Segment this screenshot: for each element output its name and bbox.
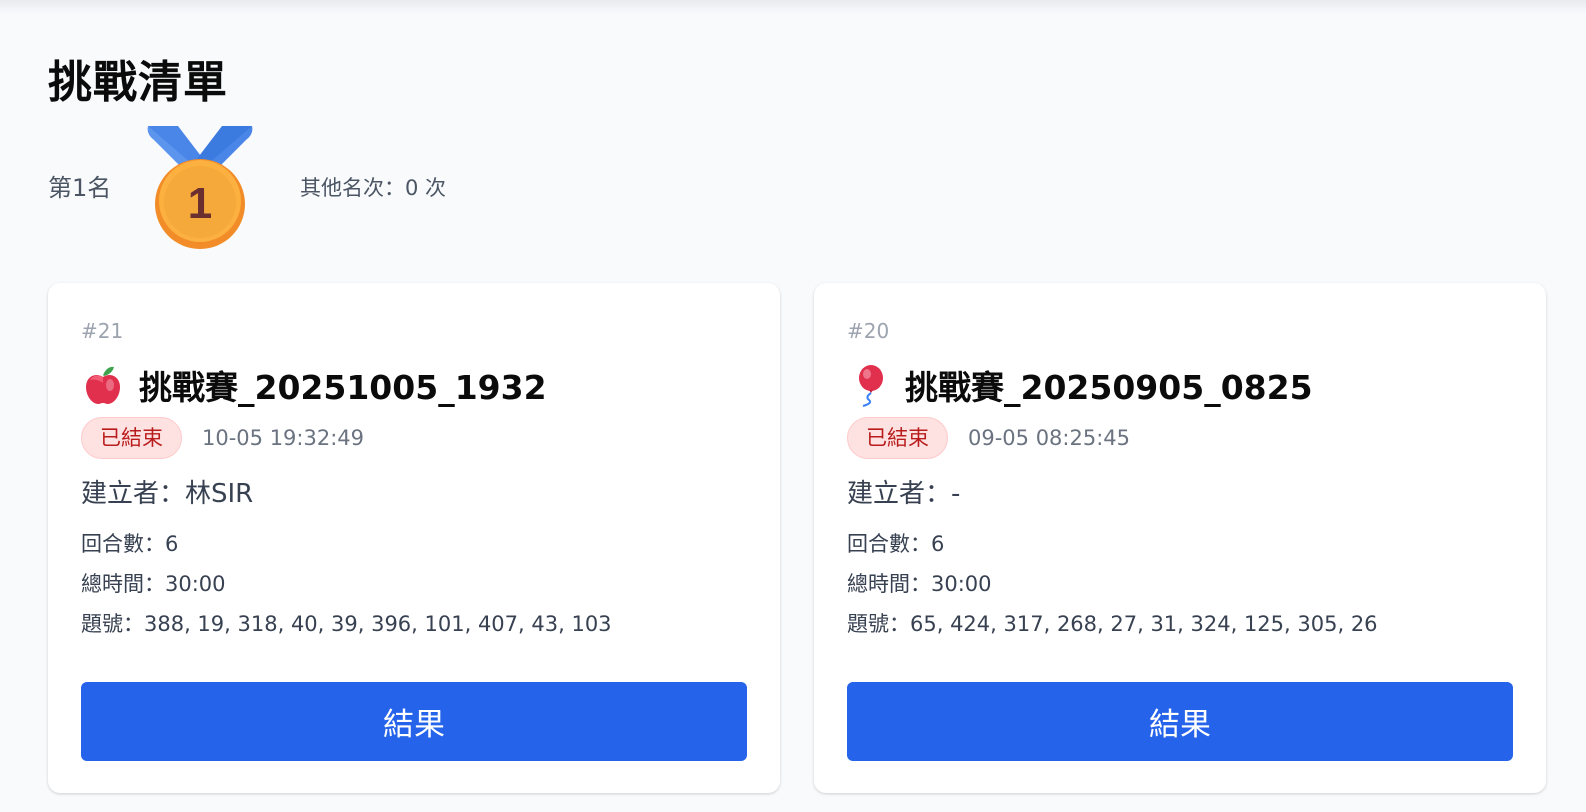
creator-label: 建立者：- [847, 479, 961, 509]
question-numbers: 題號：65, 424, 317, 268, 27, 31, 324, 125, … [847, 612, 1378, 636]
ranking-summary: 第1名 1 其他名次：0 次 [48, 120, 748, 254]
top-bar-shadow [0, 0, 1586, 14]
challenge-title: 挑戰賽_20250905_0825 [905, 368, 1313, 407]
challenge-time: 10-05 19:32:49 [202, 426, 365, 450]
rounds-info: 回合數：6 [847, 532, 945, 556]
page-title: 挑戰清單 [48, 57, 228, 108]
challenge-time: 09-05 08:25:45 [968, 426, 1131, 450]
status-row: 已結束 10-05 19:32:49 [81, 417, 364, 459]
challenge-title-row: 挑戰賽_20250905_0825 [847, 361, 1313, 409]
status-badge: 已結束 [847, 417, 948, 459]
status-row: 已結束 09-05 08:25:45 [847, 417, 1130, 459]
total-time-info: 總時間：30:00 [847, 572, 992, 596]
creator-label: 建立者：林SIR [81, 479, 254, 509]
first-place-label: 第1名 [48, 174, 112, 202]
challenge-id: #20 [847, 319, 890, 343]
challenge-card: #20 挑戰賽_20250905_0825 已結束 09-05 08:25:45… [814, 283, 1546, 793]
status-badge: 已結束 [81, 417, 182, 459]
medal-number: 1 [188, 179, 212, 228]
result-button[interactable]: 結果 [847, 682, 1513, 761]
other-rank-count: 其他名次：0 次 [300, 176, 447, 200]
result-button[interactable]: 結果 [81, 682, 747, 761]
total-time-info: 總時間：30:00 [81, 572, 226, 596]
gold-medal-icon: 1 [147, 126, 253, 249]
challenge-title-row: 挑戰賽_20251005_1932 [81, 361, 547, 409]
question-numbers: 題號：388, 19, 318, 40, 39, 396, 101, 407, … [81, 612, 612, 636]
rounds-info: 回合數：6 [81, 532, 179, 556]
challenge-id: #21 [81, 319, 124, 343]
challenge-title: 挑戰賽_20251005_1932 [139, 368, 547, 407]
challenge-card: #21 挑戰賽_20251005_1932 已結束 10-05 19:32:49… [48, 283, 780, 793]
balloon-icon [859, 365, 883, 407]
apple-icon [86, 366, 120, 404]
